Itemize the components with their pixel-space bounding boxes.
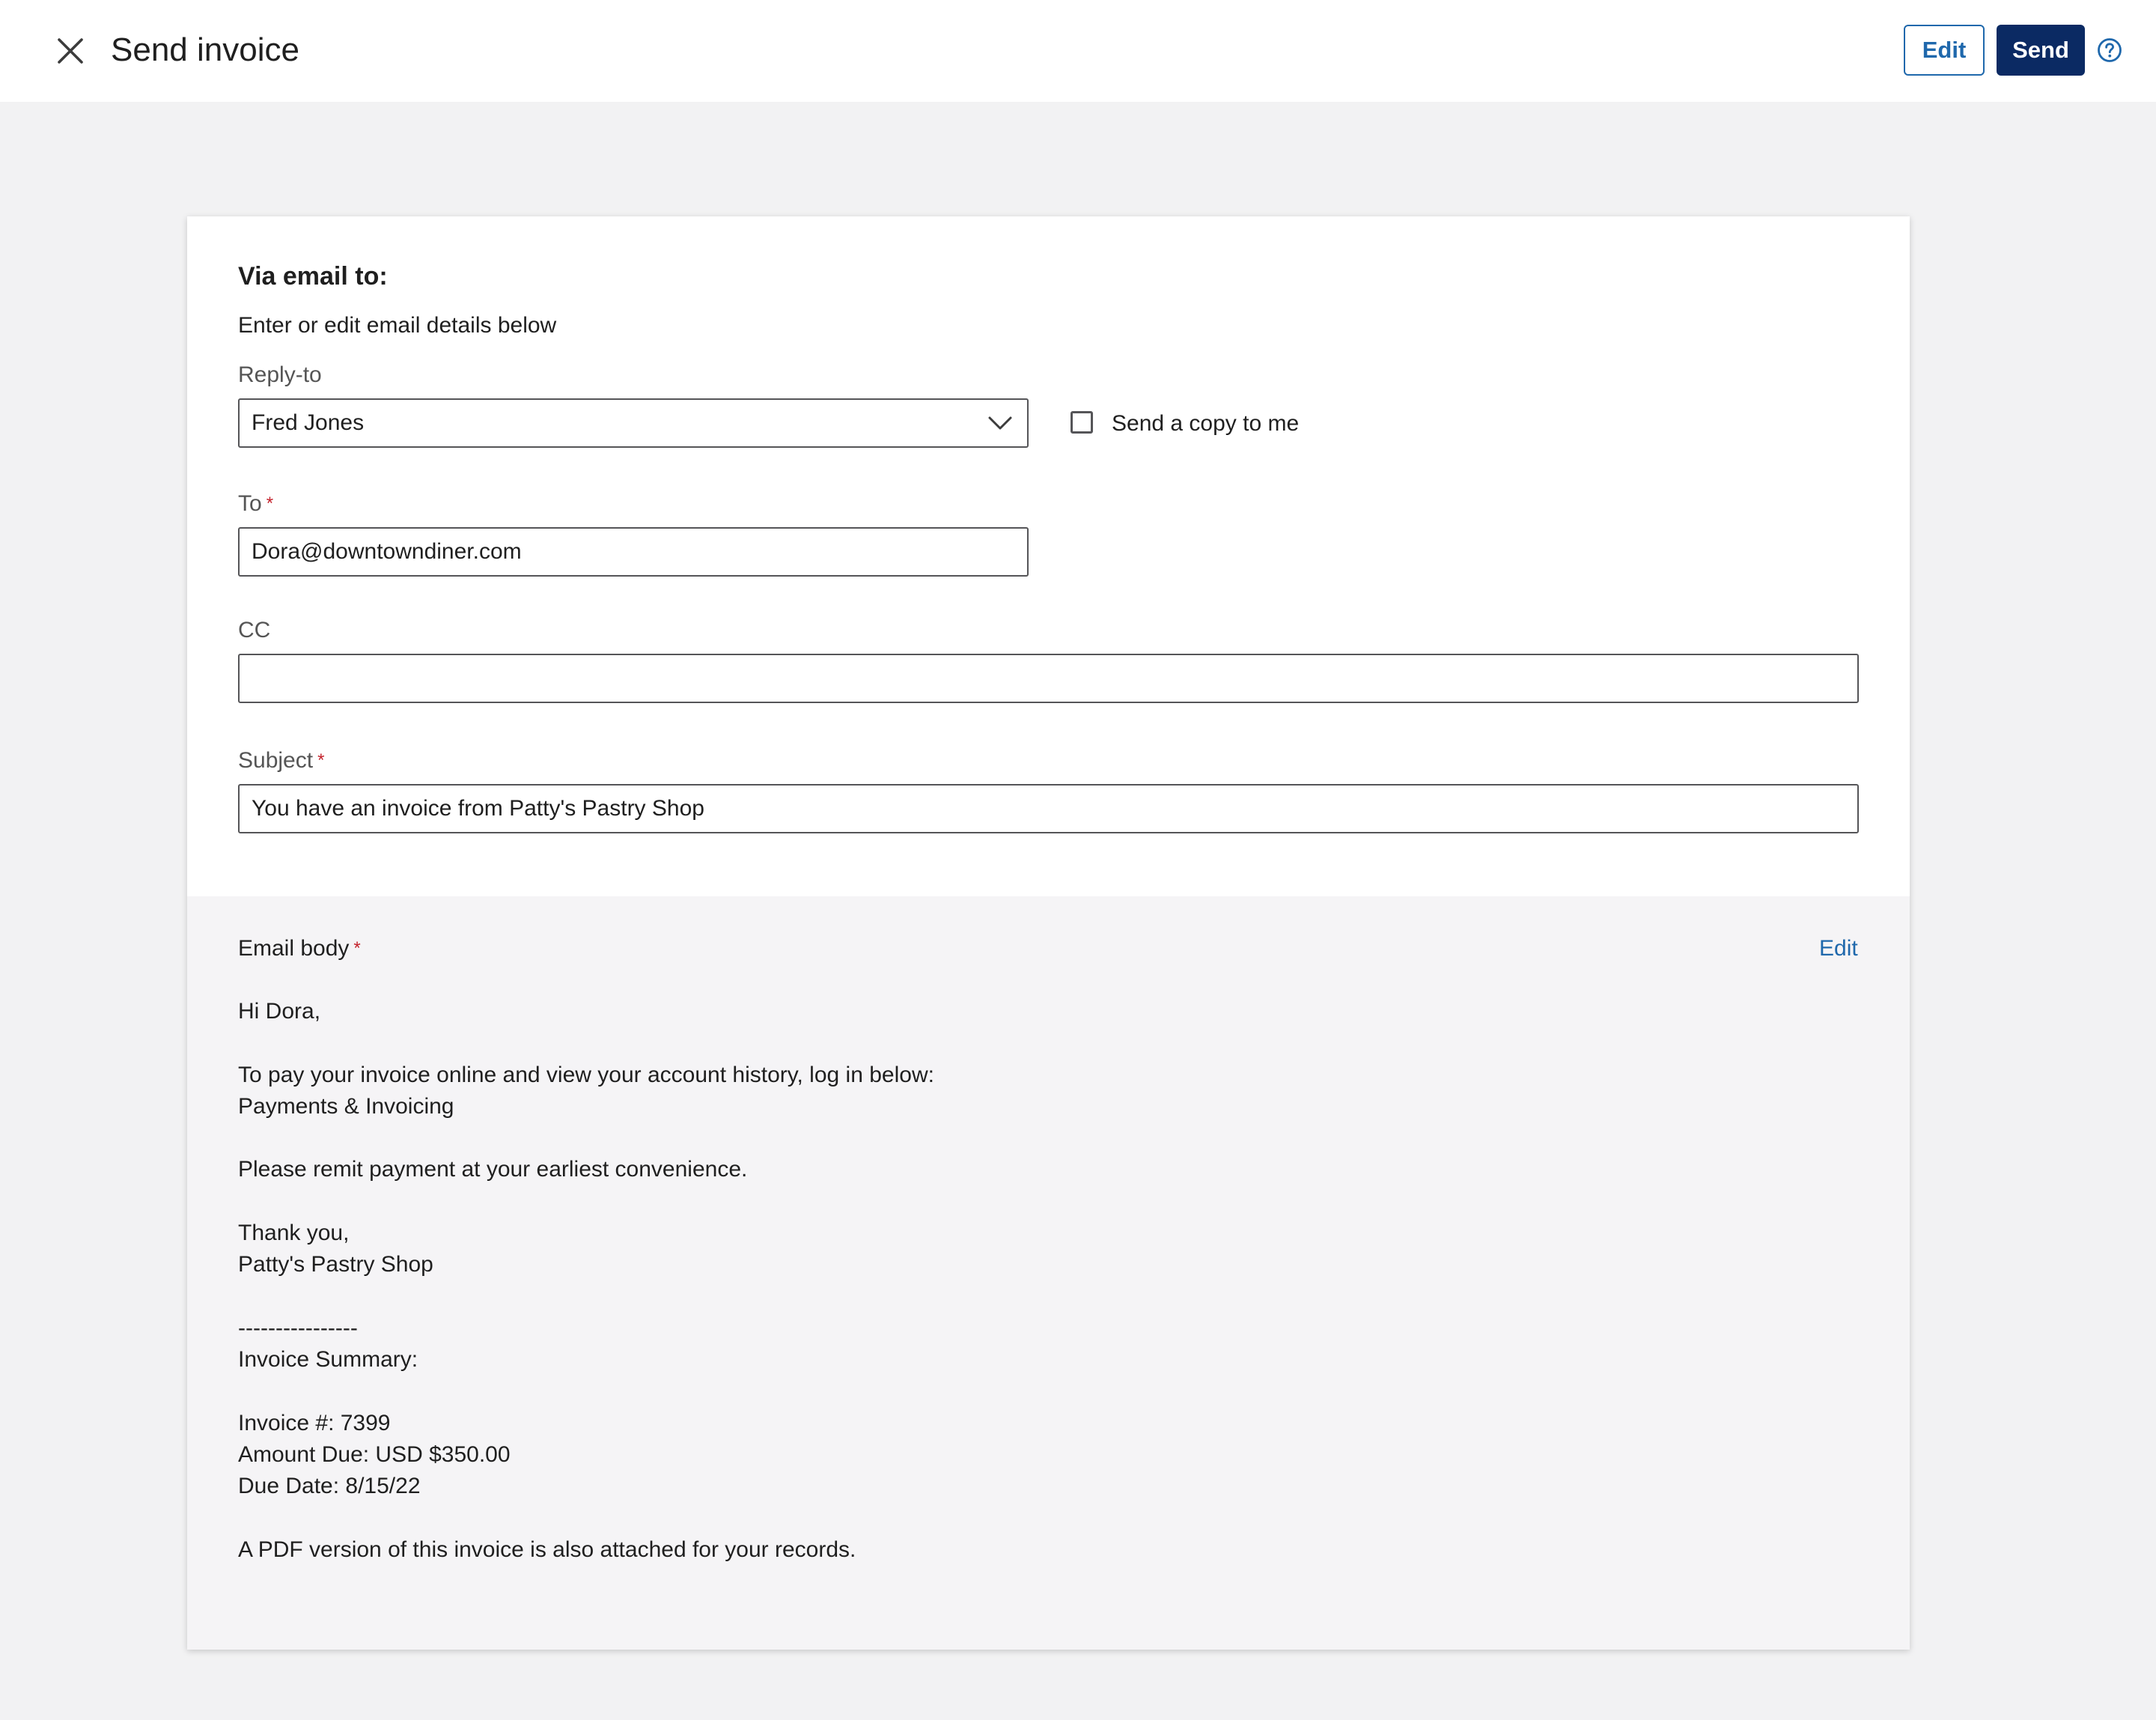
chevron-down-icon (988, 415, 1012, 431)
send-invoice-card: Via email to: Enter or edit email detail… (187, 216, 1910, 1650)
reply-to-label: Reply-to (238, 362, 322, 387)
subject-label-text: Subject (238, 748, 314, 773)
send-button[interactable]: Send (1997, 25, 2085, 76)
section-title: Via email to: (238, 262, 388, 291)
email-body-text: Hi Dora, To pay your invoice online and … (238, 996, 1810, 1566)
close-icon[interactable] (54, 34, 87, 67)
email-summary-title: Invoice Summary: (238, 1347, 418, 1373)
email-greeting: Hi Dora, (238, 999, 321, 1024)
to-label-text: To (238, 491, 262, 516)
email-divider: ---------------- (238, 1315, 358, 1340)
required-indicator: * (317, 750, 325, 771)
email-invoice-number: Invoice #: 7399 (238, 1410, 391, 1435)
email-pdf-note: A PDF version of this invoice is also at… (238, 1537, 856, 1563)
cc-input[interactable] (238, 654, 1859, 703)
email-body-label-text: Email body (238, 936, 350, 961)
page-title: Send invoice (111, 31, 299, 68)
subject-label: Subject * (238, 744, 324, 777)
email-thanks: Thank you, (238, 1221, 350, 1246)
email-details-section: Via email to: Enter or edit email detail… (187, 216, 1910, 896)
email-amount-due: Amount Due: USD $350.00 (238, 1442, 511, 1468)
help-icon[interactable] (2097, 37, 2122, 63)
send-copy-label: Send a copy to me (1112, 411, 1300, 436)
email-sender: Patty's Pastry Shop (238, 1252, 433, 1277)
email-remit-line: Please remit payment at your earliest co… (238, 1157, 748, 1182)
email-due-date: Due Date: 8/15/22 (238, 1474, 421, 1499)
top-bar: Send invoice Edit Send (0, 0, 2156, 102)
email-pay-line: To pay your invoice online and view your… (238, 1062, 934, 1087)
edit-email-body-link[interactable]: Edit (1819, 932, 1858, 965)
edit-button[interactable]: Edit (1904, 25, 1985, 76)
required-indicator: * (353, 938, 361, 958)
email-portal-name: Payments & Invoicing (238, 1093, 454, 1119)
section-subtitle: Enter or edit email details below (238, 313, 557, 338)
to-input[interactable]: Dora@downtowndiner.com (238, 527, 1029, 577)
subject-input[interactable]: You have an invoice from Patty's Pastry … (238, 784, 1859, 833)
to-label: To * (238, 487, 273, 520)
send-copy-checkbox[interactable] (1071, 411, 1093, 434)
cc-label: CC (238, 618, 271, 642)
required-indicator: * (266, 493, 274, 514)
email-body-label: Email body * (238, 932, 361, 965)
reply-to-value: Fred Jones (252, 410, 365, 435)
reply-to-select[interactable]: Fred Jones (238, 398, 1029, 448)
